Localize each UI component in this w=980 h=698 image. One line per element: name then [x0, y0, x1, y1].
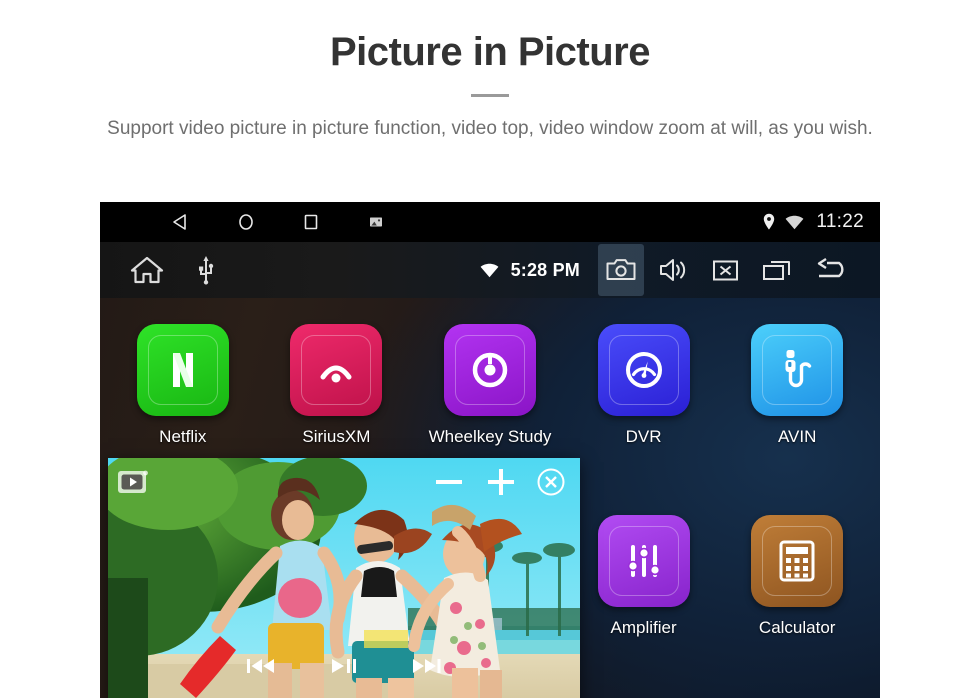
app-item-dvr[interactable]: DVR — [567, 312, 721, 503]
back-icon — [171, 212, 191, 232]
pip-media-controls — [108, 655, 580, 677]
toolbar-multiwindow-button[interactable] — [754, 244, 800, 296]
pip-next-button[interactable] — [411, 655, 443, 677]
app-label: Netflix — [159, 427, 207, 446]
pip-close-button[interactable] — [536, 467, 566, 497]
pip-previous-button[interactable] — [245, 655, 277, 677]
system-toolbar: 5:28 PM — [100, 242, 880, 298]
amplifier-sliders-icon — [627, 545, 660, 577]
netflix-icon — [172, 353, 193, 387]
video-capture-icon — [118, 470, 148, 493]
calculator-icon — [779, 540, 815, 582]
app-item-amplifier[interactable]: Amplifier — [567, 503, 721, 694]
wheelkey-icon — [472, 352, 508, 388]
page-title: Picture in Picture — [330, 30, 650, 74]
pip-window-controls — [432, 458, 580, 506]
toolbar-back-button[interactable] — [806, 244, 862, 296]
toolbar-right-group: 5:28 PM — [480, 242, 862, 298]
app-item-calculator[interactable]: Calculator — [720, 503, 874, 694]
toolbar-clock: 5:28 PM — [510, 259, 580, 280]
siriusxm-icon — [320, 365, 352, 383]
screenshot-icon — [368, 214, 384, 230]
volume-icon — [658, 257, 688, 283]
status-bar-nav-group — [100, 202, 408, 242]
recents-icon — [301, 212, 321, 232]
siriusxm-app-icon[interactable] — [290, 324, 383, 416]
toolbar-left-group — [100, 255, 214, 285]
status-clock: 11:22 — [816, 211, 864, 232]
amplifier-app-icon[interactable] — [597, 515, 690, 607]
device-screenshot: 11:22 5:28 PM Netflix SiriusXM Wheelkey … — [100, 202, 880, 698]
toolbar-wifi-icon — [480, 263, 499, 278]
usb-icon[interactable] — [198, 255, 214, 285]
home-icon — [236, 212, 256, 232]
app-label: DVR — [625, 427, 662, 446]
app-launcher: Netflix SiriusXM Wheelkey Study DVR AVIN… — [100, 298, 880, 698]
back-arrow-icon — [815, 257, 853, 283]
app-label: Calculator — [758, 618, 836, 637]
avin-plug-icon — [785, 350, 812, 388]
status-bar-indicators: 11:22 — [762, 202, 864, 242]
pip-play-pause-button[interactable] — [329, 655, 359, 677]
app-label: SiriusXM — [302, 427, 371, 446]
toolbar-screenshot-button[interactable] — [598, 244, 644, 296]
app-item-avin[interactable]: AVIN — [720, 312, 874, 503]
pip-zoom-out-button[interactable] — [432, 465, 466, 499]
title-divider — [471, 94, 509, 97]
wheelkey-app-icon[interactable] — [443, 324, 536, 416]
dvr-app-icon[interactable] — [597, 324, 690, 416]
netflix-app-icon[interactable] — [136, 324, 229, 416]
page-subtitle: Support video picture in picture functio… — [107, 118, 873, 139]
status-screenshot-button[interactable] — [343, 202, 408, 242]
pip-zoom-in-button[interactable] — [484, 465, 518, 499]
wifi-icon — [785, 215, 804, 230]
toolbar-volume-button[interactable] — [650, 244, 696, 296]
status-recents-button[interactable] — [278, 202, 343, 242]
android-status-bar: 11:22 — [100, 202, 880, 242]
camera-icon — [606, 257, 636, 283]
calculator-app-icon[interactable] — [751, 515, 844, 607]
close-box-icon — [712, 259, 739, 282]
avin-app-icon[interactable] — [751, 324, 844, 416]
toolbar-home-button[interactable] — [130, 255, 164, 285]
location-icon — [762, 213, 776, 231]
app-label: Wheelkey Study — [428, 427, 552, 446]
status-home-button[interactable] — [213, 202, 278, 242]
dvr-gauge-icon — [625, 352, 662, 388]
multiwindow-icon — [762, 258, 792, 283]
status-back-button[interactable] — [148, 202, 213, 242]
promo-header: Picture in Picture Support video picture… — [0, 0, 980, 143]
app-label: AVIN — [777, 427, 817, 446]
pip-capture-button[interactable] — [116, 466, 152, 496]
app-label: Amplifier — [610, 618, 677, 637]
pip-video-window[interactable]: Seicane — [108, 458, 580, 698]
toolbar-close-button[interactable] — [702, 244, 748, 296]
